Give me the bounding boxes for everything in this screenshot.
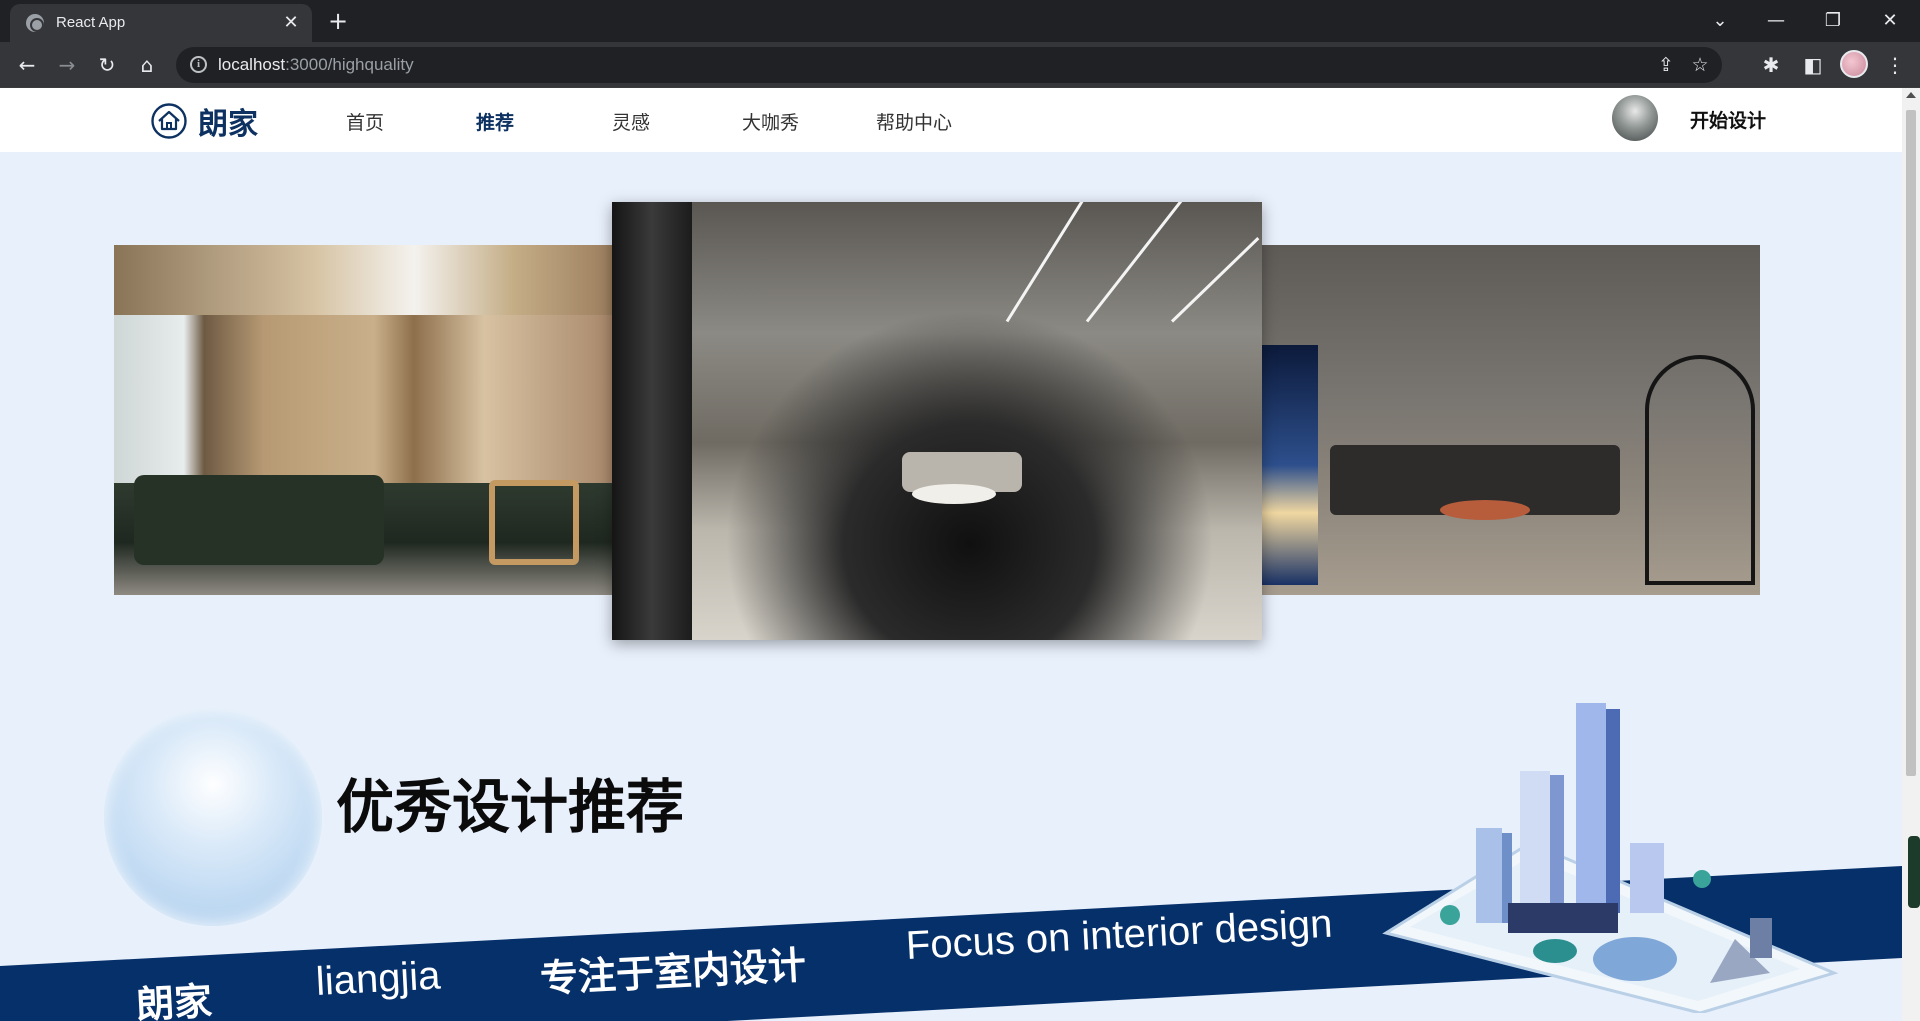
slide-image-detail	[114, 245, 614, 315]
globe-icon	[26, 14, 44, 32]
slide-image-detail	[912, 484, 996, 504]
banner-text-brand-en: liangjia	[314, 953, 442, 1004]
nav-designer-showcase[interactable]: 大咖秀	[742, 108, 799, 135]
menu-kebab-icon[interactable]: ⋮	[1880, 50, 1910, 80]
slide-image-detail	[1085, 202, 1193, 323]
scrollbar-thumb[interactable]	[1906, 110, 1916, 776]
banner-text-brand-cn: 朗家	[135, 979, 214, 1021]
side-widget[interactable]	[1908, 836, 1920, 908]
reload-icon[interactable]: ↻	[92, 50, 122, 80]
slide-image-detail	[1170, 237, 1260, 323]
site-info-icon[interactable]: i	[190, 56, 207, 73]
site-logo[interactable]: 朗家	[150, 102, 258, 142]
browser-tab-strip: React App ✕ + ⌄ — ❐ ✕	[0, 0, 1920, 42]
house-icon	[151, 103, 187, 139]
section-title: 优秀设计推荐	[336, 773, 685, 841]
side-panel-icon[interactable]: ◧	[1798, 50, 1828, 80]
browser-toolbar: ← → ↻ ⌂ i localhost:3000/highquality ⇪ ☆…	[0, 42, 1920, 88]
close-tab-icon[interactable]: ✕	[280, 12, 302, 34]
carousel-slide-next[interactable]	[1260, 245, 1760, 595]
scroll-up-arrow-icon[interactable]	[1906, 92, 1916, 98]
slide-image-detail	[134, 475, 384, 565]
slide-image-detail	[1440, 500, 1530, 520]
site-header: 朗家 首页 推荐 灵感 大咖秀 帮助中心 开始设计	[0, 88, 1902, 152]
close-window-button[interactable]: ✕	[1870, 6, 1910, 36]
profile-avatar[interactable]	[1840, 50, 1868, 78]
user-avatar[interactable]	[1612, 95, 1658, 141]
slide-image-detail	[612, 202, 692, 640]
url-path: :3000/highquality	[285, 55, 414, 74]
address-bar[interactable]: i localhost:3000/highquality ⇪ ☆	[176, 47, 1722, 83]
new-tab-button[interactable]: +	[324, 8, 352, 36]
forward-arrow-icon[interactable]: →	[52, 50, 82, 80]
slide-image-detail	[489, 480, 579, 565]
browser-tab[interactable]: React App ✕	[10, 4, 312, 42]
share-icon[interactable]: ⇪	[1652, 51, 1680, 79]
tab-title: React App	[56, 14, 126, 31]
url-text[interactable]: localhost:3000/highquality	[218, 55, 414, 75]
restore-window-button[interactable]: ❐	[1813, 6, 1853, 36]
carousel-slide-active[interactable]	[612, 202, 1262, 640]
home-icon[interactable]: ⌂	[132, 50, 162, 80]
carousel-slide-prev[interactable]	[114, 245, 614, 595]
slide-image-detail	[1005, 202, 1088, 323]
nav-recommend[interactable]: 推荐	[476, 108, 514, 135]
start-design-button[interactable]: 开始设计	[1690, 106, 1766, 133]
back-arrow-icon[interactable]: ←	[12, 50, 42, 80]
minimize-window-button[interactable]: —	[1756, 6, 1796, 36]
tab-search-chevron-icon[interactable]: ⌄	[1700, 6, 1740, 36]
page-viewport: 朗家 首页 推荐 灵感 大咖秀 帮助中心 开始设计 优秀设计推荐 朗家 lian…	[0, 88, 1902, 1021]
bookmark-star-icon[interactable]: ☆	[1686, 51, 1714, 79]
nav-inspiration[interactable]: 灵感	[612, 108, 650, 135]
logo-text: 朗家	[198, 107, 258, 142]
slide-image-detail	[1645, 355, 1755, 585]
extensions-puzzle-icon[interactable]: ✱	[1756, 50, 1786, 80]
url-host: localhost	[218, 55, 286, 74]
nav-home[interactable]: 首页	[346, 108, 384, 135]
nav-help-center[interactable]: 帮助中心	[876, 108, 952, 135]
city-tablet-illustration	[1382, 703, 1839, 1013]
slide-image-detail	[1260, 345, 1318, 585]
